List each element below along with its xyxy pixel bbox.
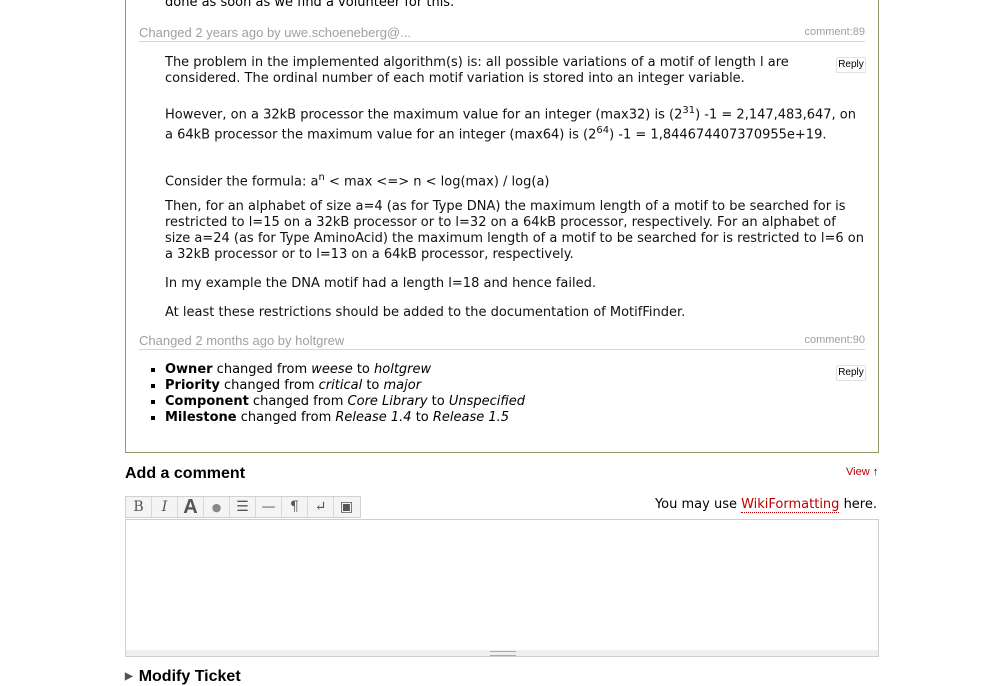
- line-break-icon[interactable]: ↵: [308, 497, 334, 517]
- comment-paragraph: Consider the formula: an < max <=> n < l…: [165, 172, 550, 190]
- change-header-text: Changed 2 months ago by holtgrew: [139, 333, 345, 348]
- reply-button-89[interactable]: Reply: [836, 57, 866, 73]
- add-comment-heading: Add a comment: [125, 465, 246, 482]
- timeline-link[interactable]: 2 months: [195, 333, 248, 348]
- comment-anchor-89[interactable]: comment:89: [804, 26, 865, 38]
- comment-anchor-90[interactable]: comment:90: [804, 334, 865, 346]
- wiki-toolbar: B I A ● ☰ — ¶ ↵ ▣: [125, 496, 361, 518]
- comment-paragraph: In my example the DNA motif had a length…: [165, 276, 596, 291]
- heading-icon[interactable]: A: [178, 496, 204, 518]
- arrow-up-icon: ↑: [872, 466, 879, 478]
- author-name: holtgrew: [295, 333, 345, 348]
- link-icon[interactable]: ●: [204, 497, 230, 517]
- reply-button-90[interactable]: Reply: [836, 365, 866, 381]
- change-header-text: Changed 2 years ago by uwe.schoeneberg@.…: [139, 25, 411, 40]
- field-change-item: Milestone changed from Release 1.4 to Re…: [165, 410, 525, 426]
- bold-icon[interactable]: B: [126, 497, 152, 517]
- textarea-resize-grip[interactable]: [125, 650, 879, 657]
- wiki-formatting-link[interactable]: WikiFormatting: [741, 497, 840, 513]
- view-preview-link[interactable]: View ↑: [846, 466, 878, 478]
- code-block-icon[interactable]: ☰: [230, 497, 256, 517]
- comment-textarea[interactable]: [125, 519, 879, 653]
- comment-paragraph: Then, for an alphabet of size a=4 (as fo…: [165, 199, 864, 262]
- image-icon[interactable]: ▣: [334, 497, 359, 517]
- expand-arrow-icon: ▶: [125, 671, 133, 682]
- field-changes-list: Owner changed from weese to holtgrew Pri…: [147, 362, 525, 426]
- field-change-item: Owner changed from weese to holtgrew: [165, 362, 525, 378]
- horizontal-rule-icon[interactable]: —: [256, 497, 282, 517]
- previous-comment-text: done as soon as we find a volunteer for …: [165, 0, 455, 10]
- comment-paragraph: However, on a 32kB processor the maximum…: [165, 105, 856, 143]
- field-change-item: Priority changed from critical to major: [165, 378, 525, 394]
- modify-ticket-toggle[interactable]: ▶ Modify Ticket: [125, 668, 241, 686]
- comment-paragraph: At least these restrictions should be ad…: [165, 305, 686, 320]
- wiki-formatting-hint: You may use WikiFormatting here.: [654, 497, 877, 513]
- timeline-link[interactable]: 2 years: [195, 25, 238, 40]
- field-change-item: Component changed from Core Library to U…: [165, 394, 525, 410]
- italic-icon[interactable]: I: [152, 497, 178, 517]
- change-header-89: Changed 2 years ago by uwe.schoeneberg@.…: [139, 25, 865, 42]
- change-header-90: Changed 2 months ago by holtgrew comment…: [139, 333, 865, 350]
- comment-paragraph: The problem in the implemented algorithm…: [165, 55, 789, 86]
- paragraph-icon[interactable]: ¶: [282, 497, 308, 517]
- author-name: uwe.schoeneberg@...: [284, 25, 411, 40]
